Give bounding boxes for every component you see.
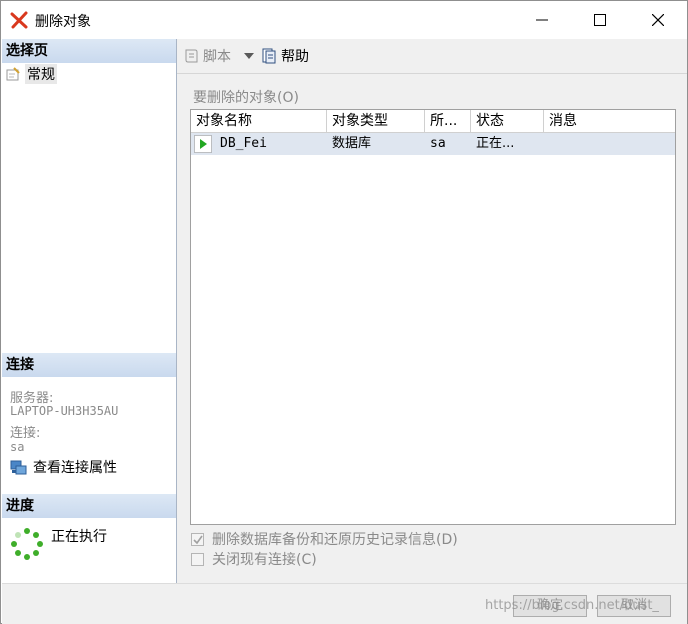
minimize-icon [536, 19, 548, 21]
minimize-button[interactable] [513, 1, 571, 39]
progress-spinner-icon [11, 528, 43, 560]
column-header-owner[interactable]: 所... [425, 110, 471, 132]
cell-type: 数据库 [332, 136, 372, 151]
page-item-general[interactable]: 常规 [5, 64, 57, 84]
connection-label: 连接: [10, 426, 41, 441]
bottom-bar: 确定 取消 https://blog.csdn.net/dust_ [2, 583, 687, 624]
right-pane: 脚本 帮助 要删除的对象(O) 对象名称 对象类型 所... 状态 消息 DB_… [177, 39, 687, 583]
page-label: 常规 [25, 64, 57, 84]
progress-status: 正在执行 [51, 529, 107, 545]
close-button[interactable] [629, 1, 687, 39]
script-button[interactable]: 脚本 [183, 46, 231, 66]
delete-x-icon [10, 11, 28, 29]
window-title: 删除对象 [35, 14, 91, 30]
select-page-header: 选择页 [2, 39, 176, 63]
maximize-icon [594, 14, 606, 26]
delete-backup-option[interactable]: 删除数据库备份和还原历史记录信息(D) [191, 529, 458, 549]
row-indicator-icon [194, 135, 212, 153]
cell-status: 正在... [476, 136, 515, 151]
script-icon [185, 49, 198, 63]
column-header-status[interactable]: 状态 [471, 110, 544, 132]
progress-header: 进度 [2, 494, 176, 518]
title-bar: 删除对象 [1, 1, 687, 39]
checkmark-icon [193, 535, 203, 544]
objects-label: 要删除的对象(O) [193, 90, 299, 106]
delete-object-dialog: 删除对象 选择页 常规 连接 服务器: LAPTOP-UH3H35AU 连接: … [0, 0, 688, 624]
help-button[interactable]: 帮助 [261, 46, 309, 66]
left-pane: 选择页 常规 连接 服务器: LAPTOP-UH3H35AU 连接: sa 查看… [2, 39, 177, 583]
chevron-down-icon[interactable] [244, 53, 254, 59]
page-icon [6, 67, 20, 81]
maximize-button[interactable] [571, 1, 629, 39]
delete-backup-label: 删除数据库备份和还原历史记录信息(D) [212, 532, 458, 548]
objects-grid[interactable]: 对象名称 对象类型 所... 状态 消息 DB_Fei 数据库 sa 正在... [190, 109, 676, 525]
connection-value: sa [10, 440, 25, 454]
close-connections-checkbox[interactable] [191, 552, 204, 566]
close-connections-option[interactable]: 关闭现有连接(C) [191, 549, 317, 569]
connection-properties-icon [10, 460, 27, 474]
help-icon [262, 48, 276, 64]
column-header-name[interactable]: 对象名称 [191, 110, 327, 132]
column-header-type[interactable]: 对象类型 [327, 110, 425, 132]
connection-header: 连接 [2, 353, 176, 377]
help-label: 帮助 [281, 49, 309, 65]
table-row[interactable]: DB_Fei 数据库 sa 正在... [191, 133, 675, 155]
cell-message [544, 133, 675, 155]
view-connection-properties-link[interactable]: 查看连接属性 [10, 457, 117, 477]
view-connection-properties-label: 查看连接属性 [33, 460, 117, 476]
cell-owner: sa [430, 136, 446, 151]
close-icon [652, 14, 664, 26]
script-label: 脚本 [203, 49, 231, 65]
grid-header: 对象名称 对象类型 所... 状态 消息 [191, 110, 675, 133]
watermark-text: https://blog.csdn.net/dust_ [485, 598, 659, 613]
delete-backup-checkbox[interactable] [191, 532, 204, 546]
toolbar: 脚本 帮助 [177, 39, 687, 74]
close-connections-label: 关闭现有连接(C) [212, 552, 317, 568]
cell-name: DB_Fei [220, 136, 267, 151]
column-header-message[interactable]: 消息 [544, 110, 675, 132]
server-value: LAPTOP-UH3H35AU [10, 404, 119, 418]
